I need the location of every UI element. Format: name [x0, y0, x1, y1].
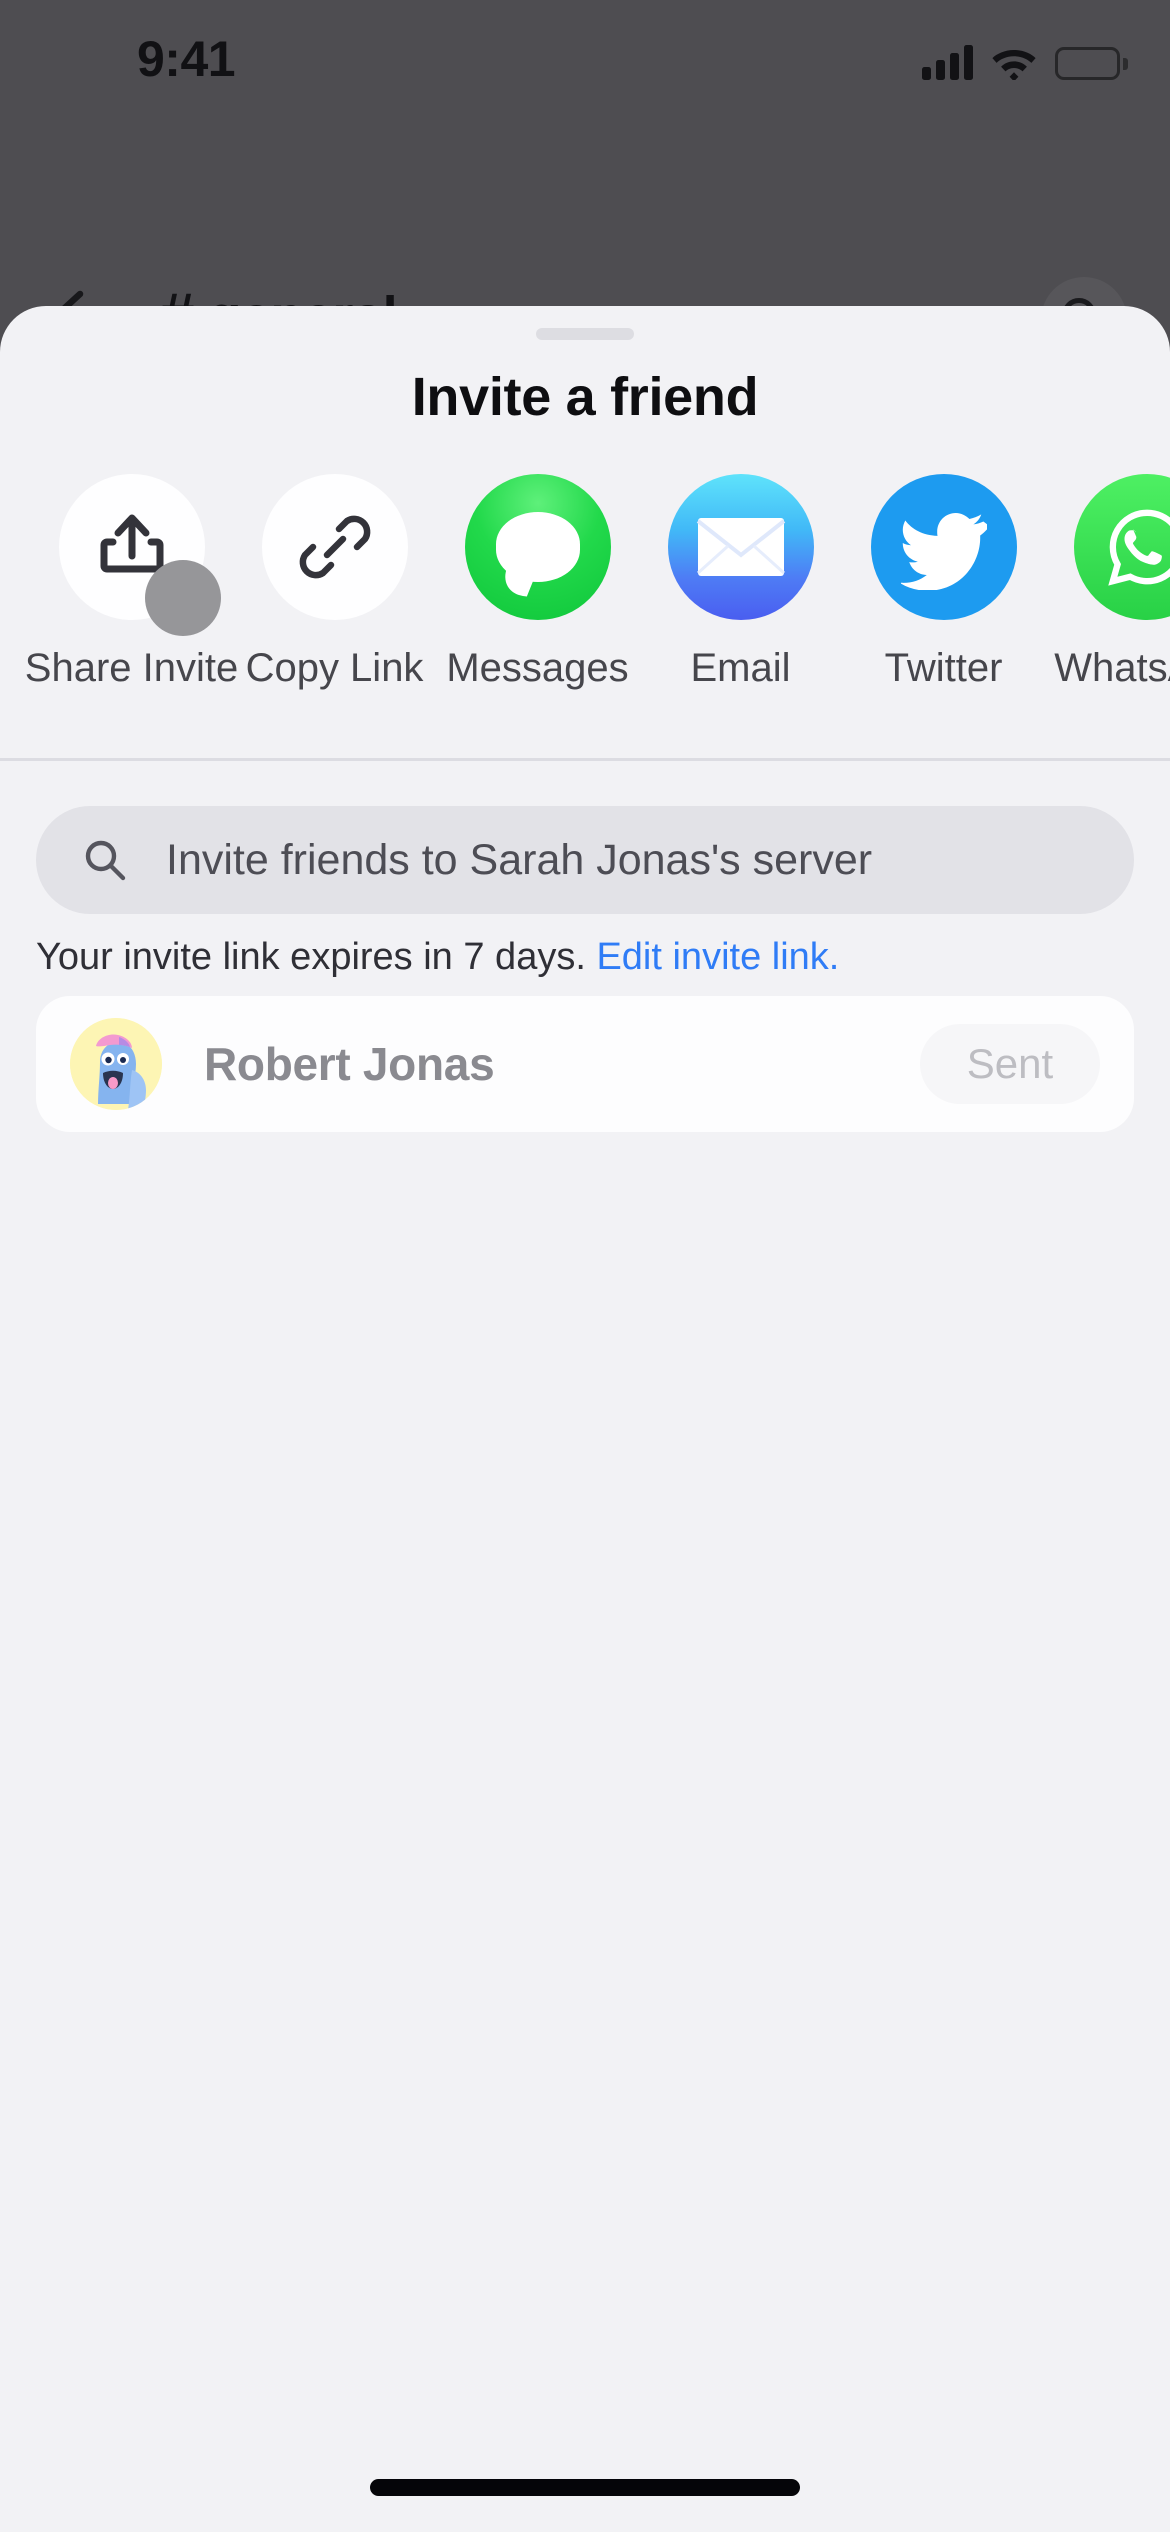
share-target-label: Email: [690, 646, 791, 690]
share-target-copy-link[interactable]: Copy Link: [233, 474, 436, 764]
email-circle: [667, 474, 814, 620]
whatsapp-icon: [1107, 509, 1170, 586]
share-target-twitter[interactable]: Twitter: [842, 474, 1045, 764]
share-target-whatsapp[interactable]: WhatsApp: [1045, 474, 1170, 764]
invite-expiry-line: Your invite link expires in 7 days. Edit…: [36, 936, 839, 979]
copy-link-circle: [261, 474, 408, 620]
messages-bubble-icon: [495, 512, 580, 582]
invite-search-placeholder: Invite friends to Sarah Jonas's server: [166, 835, 873, 884]
home-indicator: [370, 2479, 800, 2496]
share-target-share-invite[interactable]: Share Invite: [25, 474, 238, 764]
share-target-label: Share Invite: [24, 646, 239, 690]
share-target-label: WhatsApp: [1054, 646, 1170, 690]
friend-name: Robert Jonas: [204, 1038, 495, 1090]
friend-list-item[interactable]: Robert Jonas Sent: [36, 996, 1134, 1132]
status-bar-indicators: [922, 44, 1128, 80]
share-target-label: Copy Link: [245, 646, 424, 690]
link-chain-icon: [299, 515, 370, 579]
battery-full-icon: [1055, 47, 1128, 80]
invite-expiry-text: Your invite link expires in 7 days.: [36, 936, 586, 978]
touch-indicator: [144, 560, 221, 636]
status-bar: 9:41: [0, 0, 1170, 110]
invite-bottom-sheet: Invite a friend Share Invite Copy Link M…: [0, 306, 1170, 2532]
status-bar-time: 9:41: [137, 31, 236, 87]
invite-search-field[interactable]: Invite friends to Sarah Jonas's server: [36, 806, 1134, 914]
sheet-drag-handle[interactable]: [536, 328, 634, 340]
phone-screen: 9:41 # general ›: [0, 0, 1170, 2532]
signal-bars-icon: [922, 45, 973, 80]
channel-nav-header: # general ›: [0, 110, 1170, 363]
share-target-label: Twitter: [884, 646, 1003, 690]
sent-button: Sent: [920, 1024, 1100, 1104]
wifi-icon: [992, 50, 1036, 80]
share-invite-circle: [58, 474, 221, 636]
messages-circle: [464, 474, 611, 620]
search-icon: [85, 840, 126, 881]
twitter-bird-icon: [900, 512, 987, 590]
edit-invite-link[interactable]: Edit invite link.: [596, 936, 839, 978]
whatsapp-circle: [1073, 474, 1170, 620]
section-divider: [0, 758, 1170, 761]
avatar: [70, 1018, 162, 1110]
envelope-icon: [696, 518, 785, 576]
share-target-messages[interactable]: Messages: [436, 474, 639, 764]
sheet-title: Invite a friend: [411, 367, 759, 427]
share-target-email[interactable]: Email: [639, 474, 842, 764]
share-target-label: Messages: [446, 646, 629, 690]
share-targets-row[interactable]: Share Invite Copy Link Messages Email Tw…: [0, 474, 1170, 764]
twitter-circle: [870, 474, 1017, 620]
